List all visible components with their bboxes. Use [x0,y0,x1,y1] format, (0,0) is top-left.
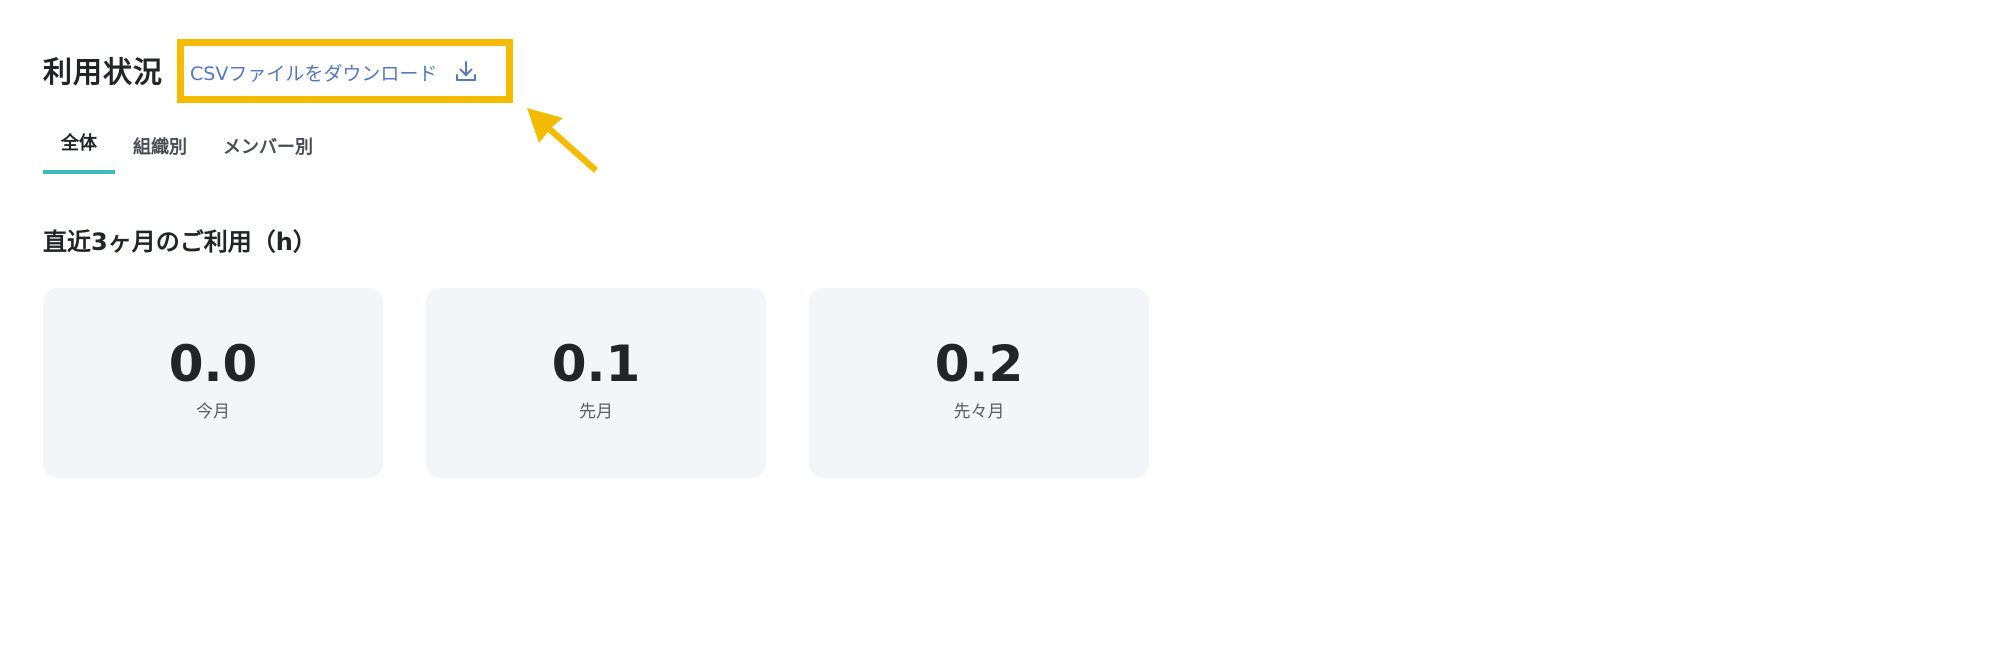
usage-cards: 0.0 今月 0.1 先月 0.2 先々月 [43,288,1192,478]
view-tabs: 全体 組織別 メンバー別 [43,128,331,174]
usage-value: 0.0 [168,335,258,393]
usage-label: 先月 [579,402,613,422]
usage-page: 利用状況 CSVファイルをダウンロード 全体 組織別 メンバー別 直近3ヶ月のご… [0,0,2000,660]
usage-label: 先々月 [953,402,1005,422]
tab-by-member[interactable]: メンバー別 [205,132,331,174]
download-icon [453,59,479,85]
page-title: 利用状況 [43,55,164,89]
tab-overall[interactable]: 全体 [43,128,115,174]
usage-card-two-months-ago: 0.2 先々月 [809,288,1149,478]
section-title: 直近3ヶ月のご利用（h） [43,228,317,256]
tab-by-organization[interactable]: 組織別 [115,132,205,174]
annotation-arrow-icon [527,108,598,173]
usage-value: 0.2 [934,335,1024,393]
usage-value: 0.1 [551,335,641,393]
usage-card-this-month: 0.0 今月 [43,288,383,478]
csv-download-link[interactable]: CSVファイルをダウンロード [190,56,479,88]
usage-label: 今月 [196,402,230,422]
csv-download-label: CSVファイルをダウンロード [190,62,438,85]
usage-card-last-month: 0.1 先月 [426,288,766,478]
